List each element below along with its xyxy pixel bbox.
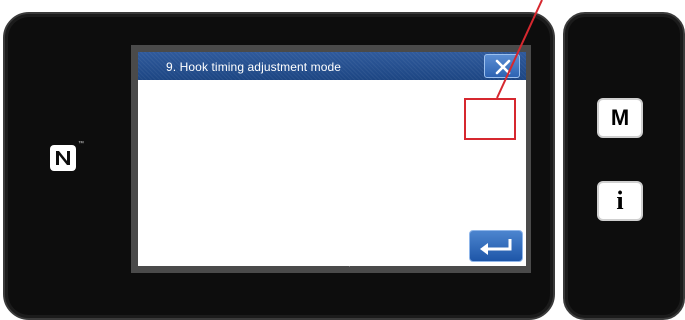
enter-button[interactable] <box>469 230 523 262</box>
info-button[interactable]: i <box>597 181 643 221</box>
enter-arrow-icon <box>480 239 512 255</box>
hook-timing-illustration <box>173 0 543 267</box>
mode-button[interactable]: M <box>597 98 643 138</box>
timing-value-field[interactable] <box>464 98 516 140</box>
